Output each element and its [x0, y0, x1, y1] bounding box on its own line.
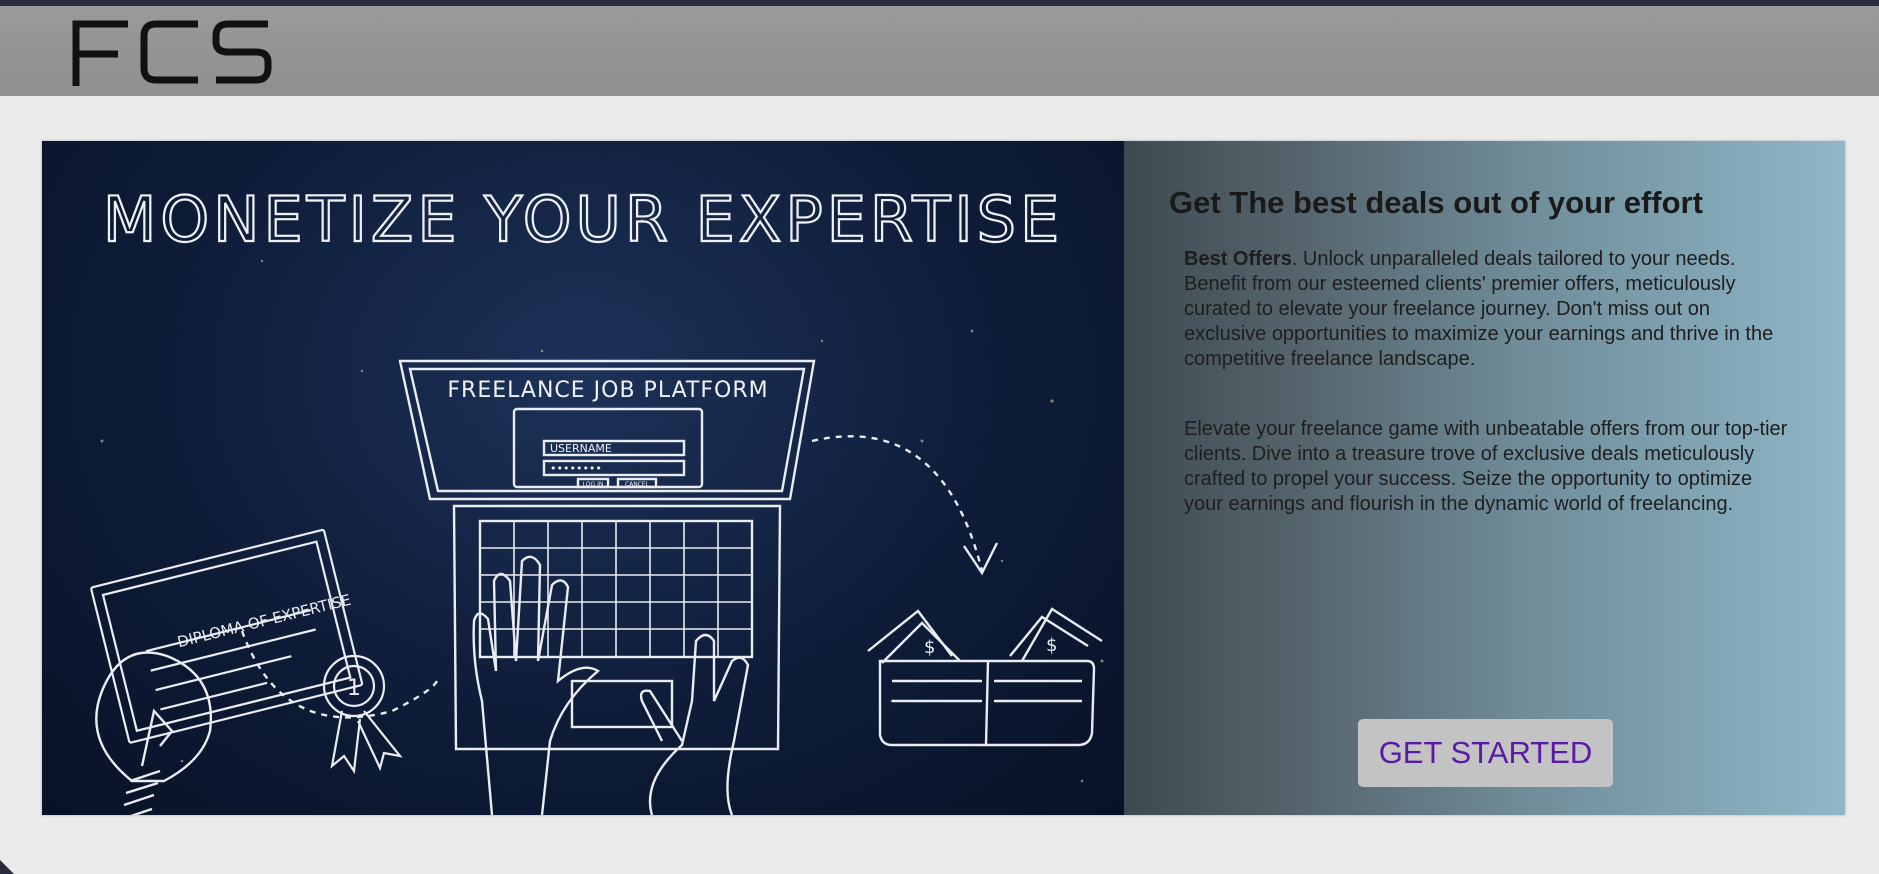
hero-headline: MONETIZE YOUR EXPERTISE [103, 183, 1063, 256]
hero-illustration: MONETIZE YOUR EXPERTISE DIPLOMA OF EXPER… [42, 141, 1124, 815]
username-label: USERNAME [550, 442, 612, 455]
hero-card: MONETIZE YOUR EXPERTISE DIPLOMA OF EXPER… [42, 141, 1845, 815]
login-button-label: LOG IN [583, 481, 604, 488]
elevate-paragraph: Elevate your freelance game with unbeata… [1184, 418, 1788, 515]
diploma-certificate: DIPLOMA OF EXPERTISE 1 [90, 528, 403, 775]
panel-title: Get The best deals out of your effort [1169, 185, 1703, 220]
laptop-drawing [398, 359, 816, 751]
best-offers-paragraph: Best Offers. Unlock unparalleled deals t… [1184, 247, 1794, 372]
typing-hands-icon [472, 555, 750, 815]
dashed-arrow-left [240, 630, 439, 719]
svg-text:$: $ [1046, 635, 1057, 656]
laptop-title: FREELANCE JOB PLATFORM [447, 378, 768, 403]
cancel-button-label: CANCEL [625, 481, 650, 488]
chalkboard-illustration: MONETIZE YOUR EXPERTISE DIPLOMA OF EXPER… [90, 182, 1104, 815]
password-mask: •••••••• [550, 462, 602, 475]
dashed-arrow-right [811, 435, 984, 572]
fcs-logo[interactable] [72, 16, 272, 86]
wallet-money-icon: $ $ [867, 607, 1103, 747]
get-started-button[interactable]: GET STARTED [1358, 719, 1613, 787]
svg-text:$: $ [924, 637, 935, 658]
corner-accent [0, 860, 14, 874]
navbar [0, 6, 1879, 96]
offers-panel: Get The best deals out of your effort Be… [1124, 141, 1845, 815]
best-offers-label: Best Offers [1184, 248, 1292, 270]
diploma-badge: 1 [347, 676, 361, 701]
